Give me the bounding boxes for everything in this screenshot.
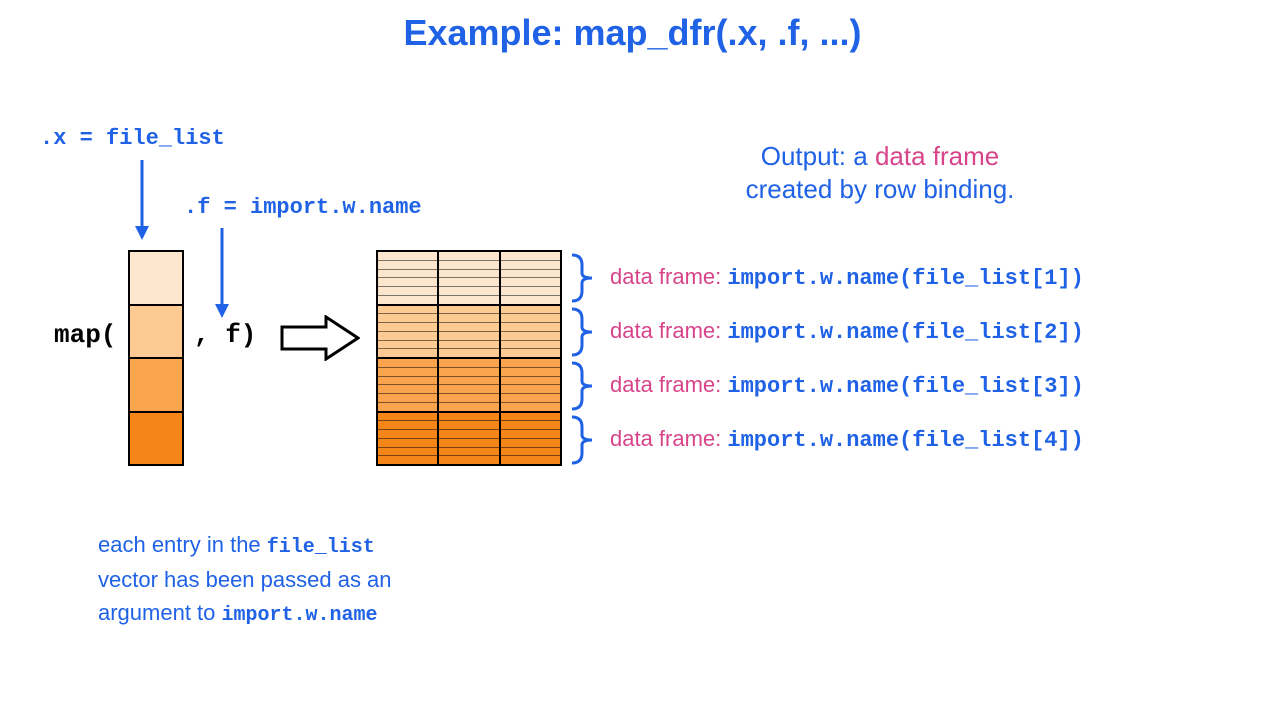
arrow-x-icon	[140, 160, 144, 240]
brace-icon	[568, 253, 594, 303]
input-vector	[128, 250, 184, 466]
df-label: data frame:	[610, 264, 721, 289]
output-block	[378, 252, 560, 306]
output-row-label: data frame: import.w.name(file_list[3])	[610, 372, 1084, 399]
output-dataframe	[376, 250, 562, 466]
df-label: data frame:	[610, 372, 721, 397]
note-text: vector has been passed as an	[98, 567, 392, 592]
output-row-label: data frame: import.w.name(file_list[1])	[610, 264, 1084, 291]
output-row-label: data frame: import.w.name(file_list[2])	[610, 318, 1084, 345]
footnote: each entry in the file_list vector has b…	[98, 528, 538, 631]
output-header-highlight: data frame	[875, 141, 999, 171]
brace-icon	[568, 307, 594, 357]
output-block	[378, 306, 560, 360]
input-cell	[130, 306, 182, 360]
df-call: import.w.name(file_list[1])	[727, 266, 1083, 291]
label-f: .f = import.w.name	[184, 195, 422, 220]
df-call: import.w.name(file_list[3])	[727, 374, 1083, 399]
arrow-f-icon	[220, 228, 224, 318]
map-call-pre: map(	[54, 320, 116, 350]
output-block	[378, 359, 560, 413]
output-block	[378, 413, 560, 465]
note-code: import.w.name	[222, 604, 378, 627]
output-header-line2: created by row binding.	[746, 174, 1015, 204]
df-call: import.w.name(file_list[2])	[727, 320, 1083, 345]
input-cell	[130, 252, 182, 306]
output-header: Output: a data frame created by row bind…	[600, 140, 1160, 205]
input-cell	[130, 359, 182, 413]
df-call: import.w.name(file_list[4])	[727, 428, 1083, 453]
df-label: data frame:	[610, 426, 721, 451]
brace-icon	[568, 415, 594, 465]
note-text: argument to	[98, 600, 222, 625]
label-x: .x = file_list	[40, 126, 225, 151]
df-label: data frame:	[610, 318, 721, 343]
brace-icon	[568, 361, 594, 411]
page-title: Example: map_dfr(.x, .f, ...)	[0, 12, 1265, 54]
input-cell	[130, 413, 182, 465]
map-call-post: , f)	[194, 320, 256, 350]
note-text: each entry in the	[98, 532, 267, 557]
note-code: file_list	[267, 536, 375, 559]
transform-arrow-icon	[280, 315, 360, 361]
output-row-label: data frame: import.w.name(file_list[4])	[610, 426, 1084, 453]
output-header-line1a: Output: a	[761, 141, 875, 171]
